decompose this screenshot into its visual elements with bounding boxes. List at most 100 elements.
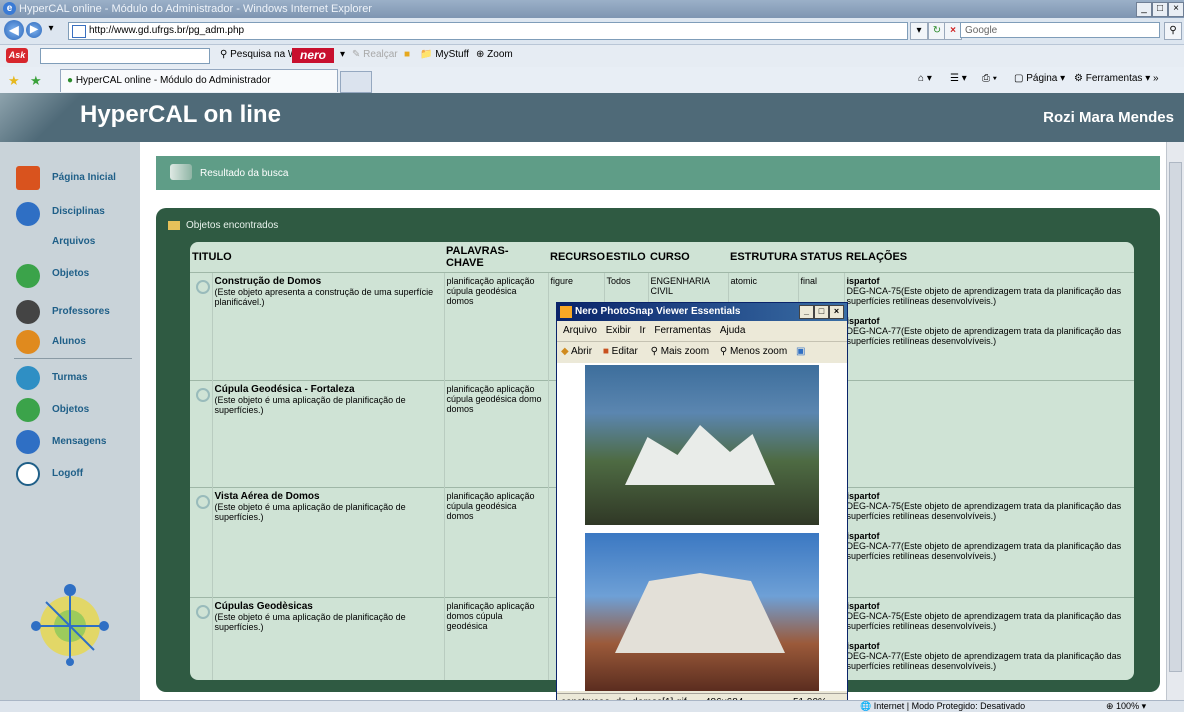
row-relations: ispartof DEG-NCA-75(Este objeto de aprend… — [843, 272, 1134, 381]
sidebar-divider — [14, 358, 132, 359]
sidebar-item-logoff[interactable]: Logoff — [8, 460, 138, 488]
zoom-in-button[interactable]: ⚲ Mais zoom — [651, 346, 709, 357]
open-button[interactable]: ◆ Abrir — [561, 346, 592, 357]
nero-logo[interactable]: nero — [292, 48, 334, 63]
nero-maximize-button[interactable]: □ — [814, 305, 829, 319]
open-icon: ◆ — [561, 346, 569, 357]
ask-search-input[interactable] — [40, 48, 210, 64]
sidebar-item-objetos[interactable]: Objetos — [8, 262, 138, 290]
favorites-star-icon[interactable]: ★ — [8, 73, 20, 89]
highlight-button[interactable]: ✎ Realçar — [352, 49, 398, 60]
history-dropdown-icon[interactable]: ▾ — [46, 24, 56, 34]
browser-status-bar: 🌐 Internet | Modo Protegido: Desativado … — [0, 700, 1184, 712]
zoom-button[interactable]: ⊕ Zoom — [476, 49, 513, 60]
nero-app-icon — [560, 306, 572, 318]
results-header-bar: Resultado da busca — [156, 156, 1160, 190]
menu-ir[interactable]: Ir — [639, 325, 645, 336]
nero-title-bar: Nero PhotoSnap Viewer Essentials _ □ × — [557, 303, 847, 321]
minimize-button[interactable]: _ — [1136, 2, 1152, 17]
window-title: HyperCAL online - Módulo do Administrado… — [19, 3, 372, 15]
tools-menu[interactable]: ⚙ Ferramentas ▾ » — [1074, 73, 1159, 84]
view-details-icon[interactable] — [196, 605, 210, 619]
maximize-button[interactable]: □ — [1152, 2, 1168, 17]
menu-arquivo[interactable]: Arquivo — [563, 325, 597, 336]
ask-logo-icon[interactable]: Ask — [6, 48, 28, 63]
sidebar: Página Inicial Disciplinas Arquivos Obje… — [0, 142, 140, 700]
sidebar-item-alunos[interactable]: Alunos — [8, 328, 138, 356]
col-header: ESTILO — [604, 242, 648, 273]
nero-close-button[interactable]: × — [829, 305, 844, 319]
zoom-out-button[interactable]: ⚲ Menos zoom — [720, 346, 787, 357]
dome-photo-top — [585, 365, 819, 525]
sidebar-item-arquivos[interactable]: Arquivos — [8, 228, 138, 256]
feeds-icon[interactable]: ☰ ▾ — [950, 73, 967, 84]
search-input[interactable]: Google — [960, 22, 1160, 38]
close-button[interactable]: × — [1168, 2, 1184, 17]
mystuff-button[interactable]: 📁 MyStuff — [420, 49, 469, 60]
search-icon[interactable]: ⚲ — [1164, 22, 1182, 40]
sidebar-item-objetos-2[interactable]: Objetos — [8, 396, 138, 424]
row-title[interactable]: Cúpula Geodésica - Fortaleza — [215, 384, 442, 395]
scrollbar-thumb[interactable] — [1169, 162, 1182, 672]
ie-logo-icon: e — [3, 2, 16, 15]
address-input[interactable]: http://www.gd.ufrgs.br/pg_adm.php — [68, 22, 908, 40]
sidebar-item-label: Objetos — [52, 404, 90, 415]
sidebar-item-mensagens[interactable]: Mensagens — [8, 428, 138, 456]
row-title[interactable]: Cúpulas Geodèsicas — [215, 601, 442, 612]
view-details-icon[interactable] — [196, 280, 210, 294]
print-icon[interactable]: ⎙ ▾ — [982, 73, 997, 84]
menu-ferramentas[interactable]: Ferramentas — [654, 325, 711, 336]
objects-icon — [16, 264, 40, 288]
tab-hypercal[interactable]: ● HyperCAL online - Módulo do Administra… — [60, 69, 338, 92]
tools-icon — [16, 202, 40, 226]
header-swoosh — [0, 93, 90, 142]
notes-icon[interactable]: ■ — [404, 49, 410, 60]
row-desc: (Este objeto apresenta a construção de u… — [214, 287, 434, 307]
back-button[interactable]: ◀ — [4, 20, 24, 40]
row-title[interactable]: Construção de Domos — [215, 276, 442, 287]
row-keywords: planificação aplicação cúpula geodésica … — [443, 380, 548, 488]
row-title[interactable]: Vista Aérea de Domos — [215, 491, 442, 502]
lock-icon — [16, 462, 40, 486]
address-dropdown-icon[interactable]: ▾ — [910, 22, 928, 40]
col-header: ESTRUTURA — [728, 242, 798, 273]
home-icon[interactable]: ⌂ ▾ — [918, 73, 932, 84]
view-details-icon[interactable] — [196, 495, 210, 509]
sidebar-item-label: Objetos — [52, 268, 90, 279]
app-header: HyperCAL on line Rozi Mara Mendes — [0, 93, 1184, 142]
sidebar-item-pagina-inicial[interactable]: Página Inicial — [8, 164, 138, 192]
view-details-icon[interactable] — [196, 388, 210, 402]
sidebar-item-label: Disciplinas — [52, 206, 105, 217]
fit-icon[interactable]: ▣ — [796, 346, 805, 357]
search-results-icon — [170, 164, 192, 180]
menu-exibir[interactable]: Exibir — [606, 325, 631, 336]
row-desc: (Este objeto é uma aplicação de planific… — [214, 395, 406, 415]
home-icon — [16, 166, 40, 190]
add-favorite-icon[interactable]: ★ — [30, 73, 42, 89]
col-header: RECURSO — [548, 242, 605, 273]
page-menu[interactable]: ▢ Página ▾ — [1014, 73, 1065, 84]
edit-icon: ■ — [602, 346, 609, 357]
menu-ajuda[interactable]: Ajuda — [720, 325, 746, 336]
window-title-bar: e HyperCAL online - Módulo do Administra… — [0, 0, 1184, 18]
students-icon — [16, 330, 40, 354]
row-keywords: planificação aplicação cúpula geodésica … — [443, 487, 548, 598]
nero-image-view — [557, 363, 847, 691]
sidebar-item-disciplinas[interactable]: Disciplinas — [8, 200, 138, 228]
vertical-scrollbar[interactable] — [1166, 142, 1184, 700]
sidebar-item-label: Mensagens — [52, 436, 107, 447]
new-tab-button[interactable] — [340, 71, 372, 93]
nero-title: Nero PhotoSnap Viewer Essentials — [575, 306, 741, 317]
edit-button[interactable]: ■ Editar — [603, 346, 638, 357]
zoom-level[interactable]: ⊕ 100% ▾ — [1106, 701, 1146, 712]
sidebar-item-label: Alunos — [52, 336, 86, 347]
security-zone: 🌐 Internet | Modo Protegido: Desativado — [860, 701, 1026, 711]
sidebar-item-label: Logoff — [52, 468, 84, 479]
nero-minimize-button[interactable]: _ — [799, 305, 814, 319]
row-keywords: planificação aplicação domos cúpula geod… — [443, 597, 548, 680]
sidebar-item-turmas[interactable]: Turmas — [8, 364, 138, 392]
address-text: http://www.gd.ufrgs.br/pg_adm.php — [89, 25, 245, 36]
forward-button[interactable]: ▶ — [26, 22, 42, 38]
sidebar-item-professores[interactable]: Professores — [8, 298, 138, 326]
results-header-title: Resultado da busca — [200, 168, 289, 179]
